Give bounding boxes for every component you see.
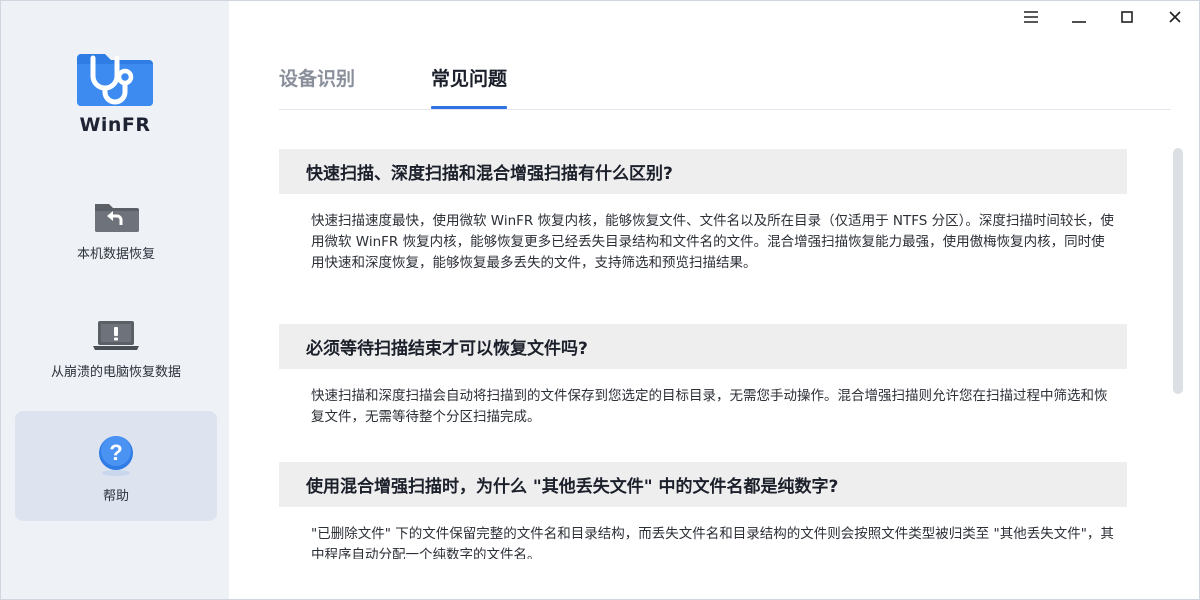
faq-answer: 快速扫描和深度扫描会自动将扫描到的文件保存到您选定的目标目录，无需您手动操作。混… — [311, 388, 1108, 425]
faq-scrollbar[interactable] — [1173, 148, 1183, 394]
faq-question: 必须等待扫描结束才可以恢复文件吗? — [279, 324, 1127, 369]
sidebar-item-label: 本机数据恢复 — [76, 247, 155, 262]
folder-restore-icon — [93, 201, 139, 237]
faq-item: 快速扫描、深度扫描和混合增强扫描有什么区别? 快速扫描速度最快，使用微软 Win… — [279, 149, 1127, 324]
faq-answer: "已删除文件" 下的文件保留完整的文件名和目录结构，而丢失文件名和目录结构的文件… — [311, 526, 1114, 559]
faq-question: 使用混合增强扫描时，为什么 "其他丢失文件" 中的文件名都是纯数字? — [279, 462, 1127, 507]
sidebar-item-crashed-pc-recovery[interactable]: 从崩溃的电脑恢复数据 — [15, 301, 217, 411]
close-button[interactable] — [1151, 1, 1199, 33]
sidebar-item-label: 从崩溃的电脑恢复数据 — [50, 365, 181, 380]
faq-answer: 快速扫描速度最快，使用微软 WinFR 恢复内核，能够恢复文件、文件名以及所在目… — [311, 213, 1114, 271]
laptop-warning-icon — [93, 319, 139, 355]
tab-bar: 设备识别 常见问题 — [279, 57, 508, 109]
svg-text:?: ? — [109, 440, 122, 465]
faq-question: 快速扫描、深度扫描和混合增强扫描有什么区别? — [279, 149, 1127, 194]
menu-icon — [1023, 8, 1039, 27]
minimize-button[interactable] — [1055, 1, 1103, 33]
app-logo: WinFR — [1, 1, 229, 151]
help-icon: ? — [93, 433, 139, 483]
close-icon — [1169, 8, 1181, 27]
tab-device-recognition[interactable]: 设备识别 — [279, 57, 355, 109]
winfr-logo-icon — [77, 50, 153, 106]
faq-list: 快速扫描、深度扫描和混合增强扫描有什么区别? 快速扫描速度最快，使用微软 Win… — [279, 149, 1127, 559]
faq-item: 使用混合增强扫描时，为什么 "其他丢失文件" 中的文件名都是纯数字? "已删除文… — [279, 462, 1127, 559]
maximize-icon — [1121, 8, 1133, 27]
app-window: WinFR 本机数据恢复 从崩溃的电脑恢复数据 ? 帮助 设备识别 常见问题 快… — [0, 0, 1200, 600]
sidebar-item-help[interactable]: ? 帮助 — [15, 411, 217, 521]
tab-faq[interactable]: 常见问题 — [431, 57, 508, 109]
minimize-icon — [1072, 8, 1086, 27]
sidebar-item-local-recovery[interactable]: 本机数据恢复 — [15, 183, 217, 293]
tab-divider — [279, 109, 1171, 110]
sidebar: WinFR 本机数据恢复 从崩溃的电脑恢复数据 ? 帮助 — [1, 1, 229, 599]
menu-button[interactable] — [1007, 1, 1055, 33]
faq-item: 必须等待扫描结束才可以恢复文件吗? 快速扫描和深度扫描会自动将扫描到的文件保存到… — [279, 324, 1127, 462]
maximize-button[interactable] — [1103, 1, 1151, 33]
window-controls — [999, 1, 1199, 33]
app-name: WinFR — [79, 114, 151, 136]
main-content: 设备识别 常见问题 快速扫描、深度扫描和混合增强扫描有什么区别? 快速扫描速度最… — [229, 1, 1199, 599]
sidebar-item-label: 帮助 — [102, 489, 129, 504]
